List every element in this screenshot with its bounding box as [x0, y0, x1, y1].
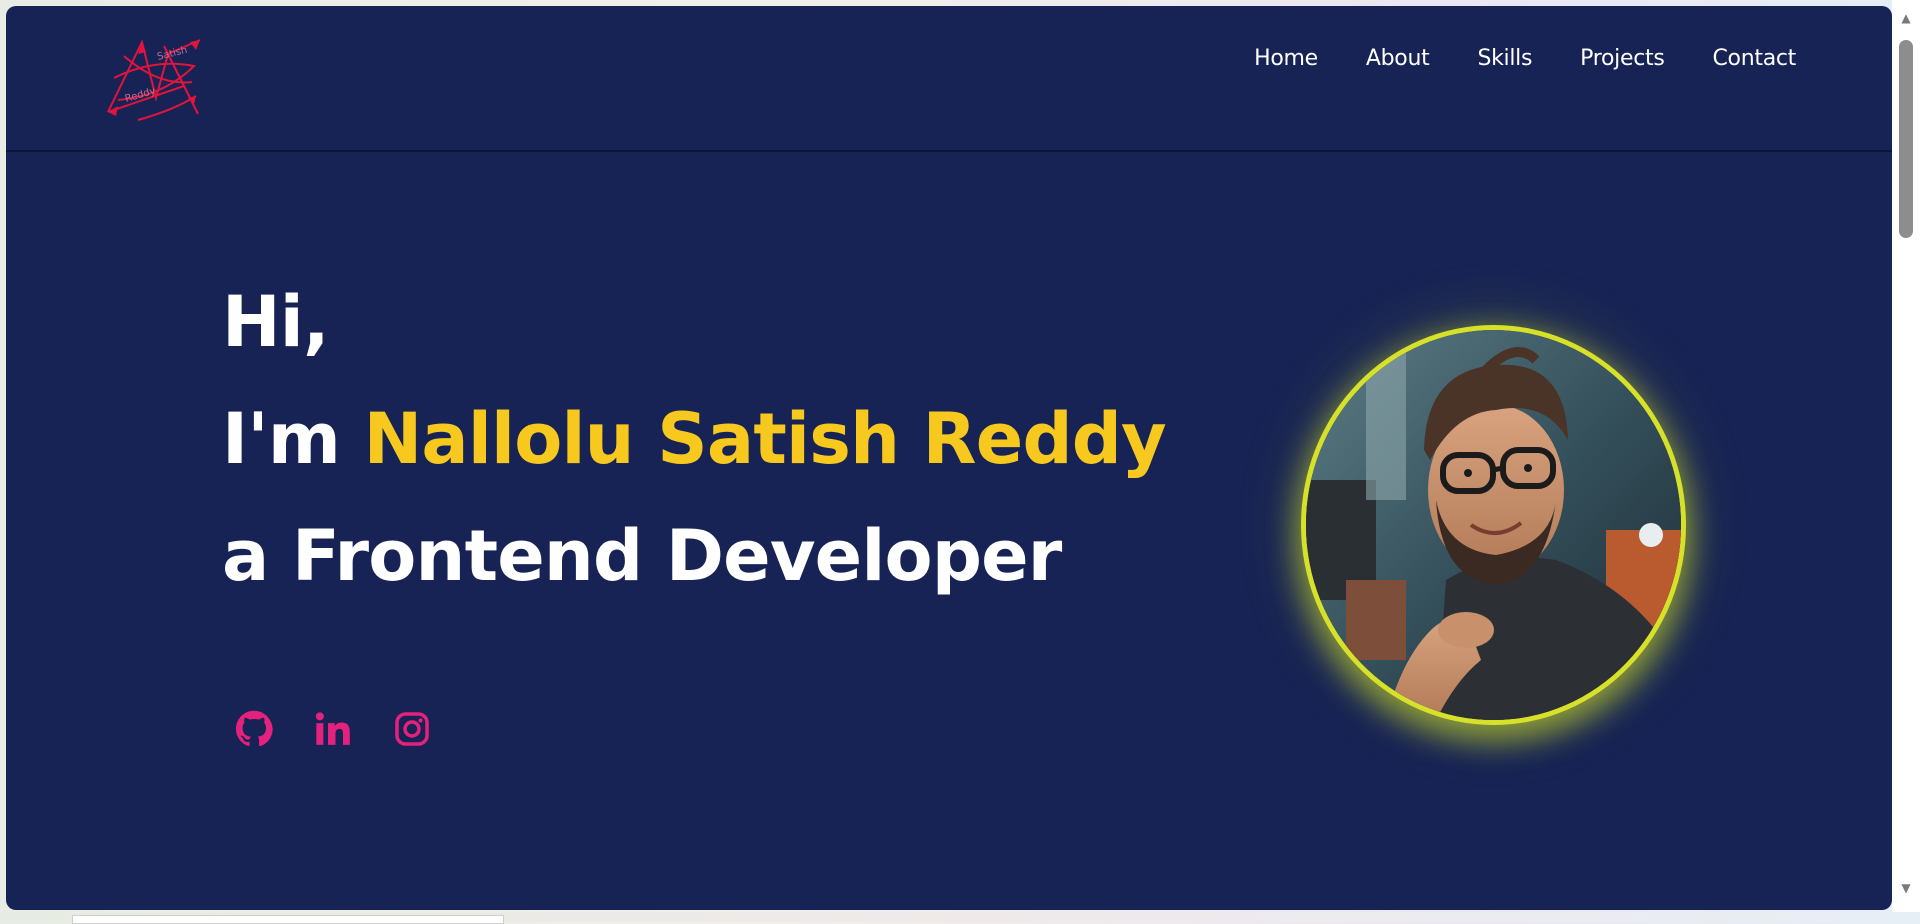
nav-link-about[interactable]: About — [1366, 44, 1430, 74]
logo-text-bottom: Reddy — [124, 86, 157, 105]
social-links — [234, 706, 432, 752]
bottom-strip-box — [72, 915, 504, 924]
hero-intro-prefix: I'm — [222, 398, 364, 480]
scroll-down-arrow-icon[interactable]: ▼ — [1892, 878, 1920, 898]
instagram-link[interactable] — [392, 706, 432, 752]
hero-heading: Hi, I'm Nallolu Satish Reddy a Frontend … — [222, 264, 1167, 615]
instagram-icon — [395, 712, 429, 746]
logo-mark: Satish Reddy — [107, 39, 201, 121]
linkedin-icon — [315, 712, 350, 745]
scroll-thumb[interactable] — [1899, 40, 1913, 238]
linkedin-link[interactable] — [313, 706, 353, 752]
hero-intro: I'm Nallolu Satish Reddy — [222, 381, 1167, 498]
page-window: Satish Reddy Home About Skills Projects … — [6, 6, 1892, 910]
nav-link-home[interactable]: Home — [1254, 44, 1318, 74]
vertical-scrollbar[interactable]: ▲ ▼ — [1892, 0, 1920, 912]
nav-link-contact[interactable]: Contact — [1713, 44, 1797, 74]
hero-name: Nallolu Satish Reddy — [363, 398, 1167, 480]
nav-menu: Home About Skills Projects Contact — [1254, 44, 1796, 74]
hero-greeting: Hi, — [222, 281, 330, 363]
logo-text-top: Satish — [156, 45, 188, 63]
github-icon — [235, 710, 273, 747]
profile-photo — [1306, 330, 1681, 720]
site-logo[interactable]: Satish Reddy — [104, 36, 208, 126]
navbar: Satish Reddy Home About Skills Projects … — [6, 6, 1892, 152]
github-link[interactable] — [234, 706, 274, 752]
nav-link-projects[interactable]: Projects — [1580, 44, 1665, 74]
profile-illustration — [1306, 330, 1681, 720]
scroll-up-arrow-icon[interactable]: ▲ — [1892, 8, 1920, 28]
nav-link-skills[interactable]: Skills — [1477, 44, 1532, 74]
hero-role: a Frontend Developer — [222, 515, 1062, 597]
